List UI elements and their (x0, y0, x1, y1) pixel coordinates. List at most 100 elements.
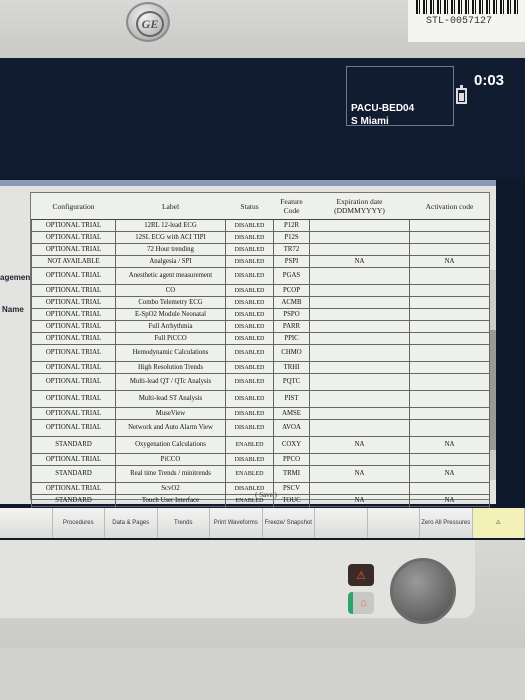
table-row[interactable]: OPTIONAL TRIAL E-SpO2 Module Neonatal DISA… (31, 308, 490, 321)
bed-location: S Miami (351, 116, 389, 127)
row-expiration-date[interactable] (309, 361, 410, 374)
table-row[interactable]: OPTIONAL TRIAL Anesthetic agent measureme… (31, 267, 490, 285)
row-activation-code[interactable] (409, 284, 490, 297)
row-label: 12SL ECG with ACI TIPI (115, 231, 226, 244)
table-row[interactable]: STANDARD Real time Trends / minitrends ENA… (31, 465, 490, 483)
table-row[interactable]: OPTIONAL TRIAL Combo Telemetry ECG DISABLE… (31, 296, 490, 309)
row-activation-code[interactable] (409, 407, 490, 420)
softkey-freeze-snapshot[interactable]: Freeze/ Snapshot (262, 508, 315, 538)
side-menu-item-management[interactable]: agement (0, 273, 33, 282)
alarm-silence-button[interactable]: ⌂ (348, 592, 374, 614)
table-row[interactable]: STANDARD Oxygenation Calculations ENABLED C… (31, 436, 490, 454)
save-button[interactable]: ( Save ) (241, 491, 291, 499)
table-row[interactable]: OPTIONAL TRIAL Network and Auto Alarm Vie… (31, 419, 490, 437)
table-row[interactable]: OPTIONAL TRIAL Full PiCCO DISABLED PPIC (31, 332, 490, 345)
row-activation-code[interactable] (409, 308, 490, 321)
row-activation-code[interactable] (409, 219, 490, 232)
row-configuration: OPTIONAL TRIAL (31, 284, 116, 297)
alarm-pause-button[interactable]: ⚠ (348, 564, 374, 586)
row-expiration-date[interactable]: NA (309, 436, 410, 454)
table-row[interactable]: OPTIONAL TRIAL MuseView DISABLED AMSE (31, 407, 490, 420)
table-row[interactable]: OPTIONAL TRIAL Hemodynamic Calculations DI… (31, 344, 490, 362)
table-row[interactable]: OPTIONAL TRIAL 12SL ECG with ACI TIPI DISA… (31, 231, 490, 244)
row-status: DISABLED (225, 320, 274, 333)
softkey-blank-2[interactable] (315, 508, 368, 538)
row-expiration-date[interactable] (309, 296, 410, 309)
table-row[interactable]: NOT AVAILABLE Analgesia / SPI DISABLED PSPI… (31, 255, 490, 268)
table-row[interactable]: OPTIONAL TRIAL Multi-lead QT / QTc Analys… (31, 373, 490, 391)
trim-knob[interactable] (390, 558, 456, 624)
row-status: DISABLED (225, 284, 274, 297)
scrollbar-thumb[interactable] (490, 330, 496, 450)
softkey-blank-3[interactable] (367, 508, 420, 538)
row-activation-code[interactable] (409, 231, 490, 244)
row-expiration-date[interactable] (309, 320, 410, 333)
row-status: DISABLED (225, 453, 274, 466)
row-activation-code[interactable]: NA (409, 465, 490, 483)
row-feature-code: AVOA (273, 419, 310, 437)
row-activation-code[interactable]: NA (409, 494, 490, 507)
clock: 0:03 (474, 72, 505, 89)
softkey-print-waveforms[interactable]: Print Waveforms (210, 508, 263, 538)
table-row[interactable]: OPTIONAL TRIAL Full Arrhythmia DISABLED PAR… (31, 320, 490, 333)
row-expiration-date[interactable] (309, 284, 410, 297)
softkey-blank-1[interactable] (0, 508, 53, 538)
status-bar: PACU-BED04 S Miami 0:03 (0, 58, 525, 178)
row-expiration-date[interactable] (309, 390, 410, 408)
row-label: PiCCO (115, 453, 226, 466)
table-scrollbar[interactable] (490, 270, 496, 480)
row-activation-code[interactable] (409, 267, 490, 285)
row-label: CO (115, 284, 226, 297)
row-expiration-date[interactable] (309, 453, 410, 466)
col-header-label: Label (115, 193, 226, 220)
row-expiration-date[interactable] (309, 219, 410, 232)
row-expiration-date[interactable] (309, 419, 410, 437)
row-expiration-date[interactable] (309, 344, 410, 362)
row-activation-code[interactable] (409, 453, 490, 466)
row-activation-code[interactable] (409, 332, 490, 345)
row-expiration-date[interactable] (309, 243, 410, 256)
row-expiration-date[interactable]: NA (309, 255, 410, 268)
row-feature-code: PSPI (273, 255, 310, 268)
softkey-data-pages[interactable]: Data & Pages (105, 508, 158, 538)
row-activation-code[interactable] (409, 361, 490, 374)
softkey-trends[interactable]: Trends (157, 508, 210, 538)
row-activation-code[interactable] (409, 419, 490, 437)
row-expiration-date[interactable] (309, 308, 410, 321)
row-activation-code[interactable] (409, 390, 490, 408)
table-row[interactable]: OPTIONAL TRIAL PiCCO DISABLED PPCO (31, 453, 490, 466)
table-row[interactable]: OPTIONAL TRIAL Multi-lead ST Analysis DISA… (31, 390, 490, 408)
row-activation-code[interactable] (409, 296, 490, 309)
row-activation-code[interactable] (409, 320, 490, 333)
table-row[interactable]: OPTIONAL TRIAL High Resolution Trends DISA… (31, 361, 490, 374)
side-menu-item-name[interactable]: Name (2, 305, 24, 314)
row-expiration-date[interactable] (309, 407, 410, 420)
softkey-zero-all-pressures[interactable]: Zero All Pressures (420, 508, 473, 538)
row-status: DISABLED (225, 219, 274, 232)
row-expiration-date[interactable] (309, 482, 410, 495)
row-expiration-date[interactable] (309, 267, 410, 285)
col-header-activation-code: Activation code (409, 193, 490, 220)
row-feature-code: PSPO (273, 308, 310, 321)
row-activation-code[interactable]: NA (409, 255, 490, 268)
row-activation-code[interactable] (409, 243, 490, 256)
row-expiration-date[interactable] (309, 373, 410, 391)
table-row[interactable]: OPTIONAL TRIAL 72 Hour trending DISABLED TR… (31, 243, 490, 256)
softkey-alarm-warning-icon[interactable]: ⚠ (472, 508, 525, 538)
row-expiration-date[interactable]: NA (309, 494, 410, 507)
table-row[interactable]: OPTIONAL TRIAL 12RL 12-lead ECG DISABLED P1… (31, 219, 490, 232)
row-expiration-date[interactable] (309, 231, 410, 244)
row-activation-code[interactable]: NA (409, 436, 490, 454)
softkey-procedures[interactable]: Procedures (52, 508, 105, 538)
bench-surface (0, 648, 525, 700)
row-expiration-date[interactable]: NA (309, 465, 410, 483)
row-activation-code[interactable] (409, 373, 490, 391)
row-label: Full Arrhythmia (115, 320, 226, 333)
row-activation-code[interactable] (409, 344, 490, 362)
row-activation-code[interactable] (409, 482, 490, 495)
table-header-row: Configuration Label Status Feature Code … (31, 193, 490, 220)
table-row[interactable]: OPTIONAL TRIAL CO DISABLED PCOP (31, 284, 490, 297)
row-expiration-date[interactable] (309, 332, 410, 345)
bed-info-box[interactable]: PACU-BED04 S Miami (346, 66, 454, 127)
row-feature-code: PIST (273, 390, 310, 408)
